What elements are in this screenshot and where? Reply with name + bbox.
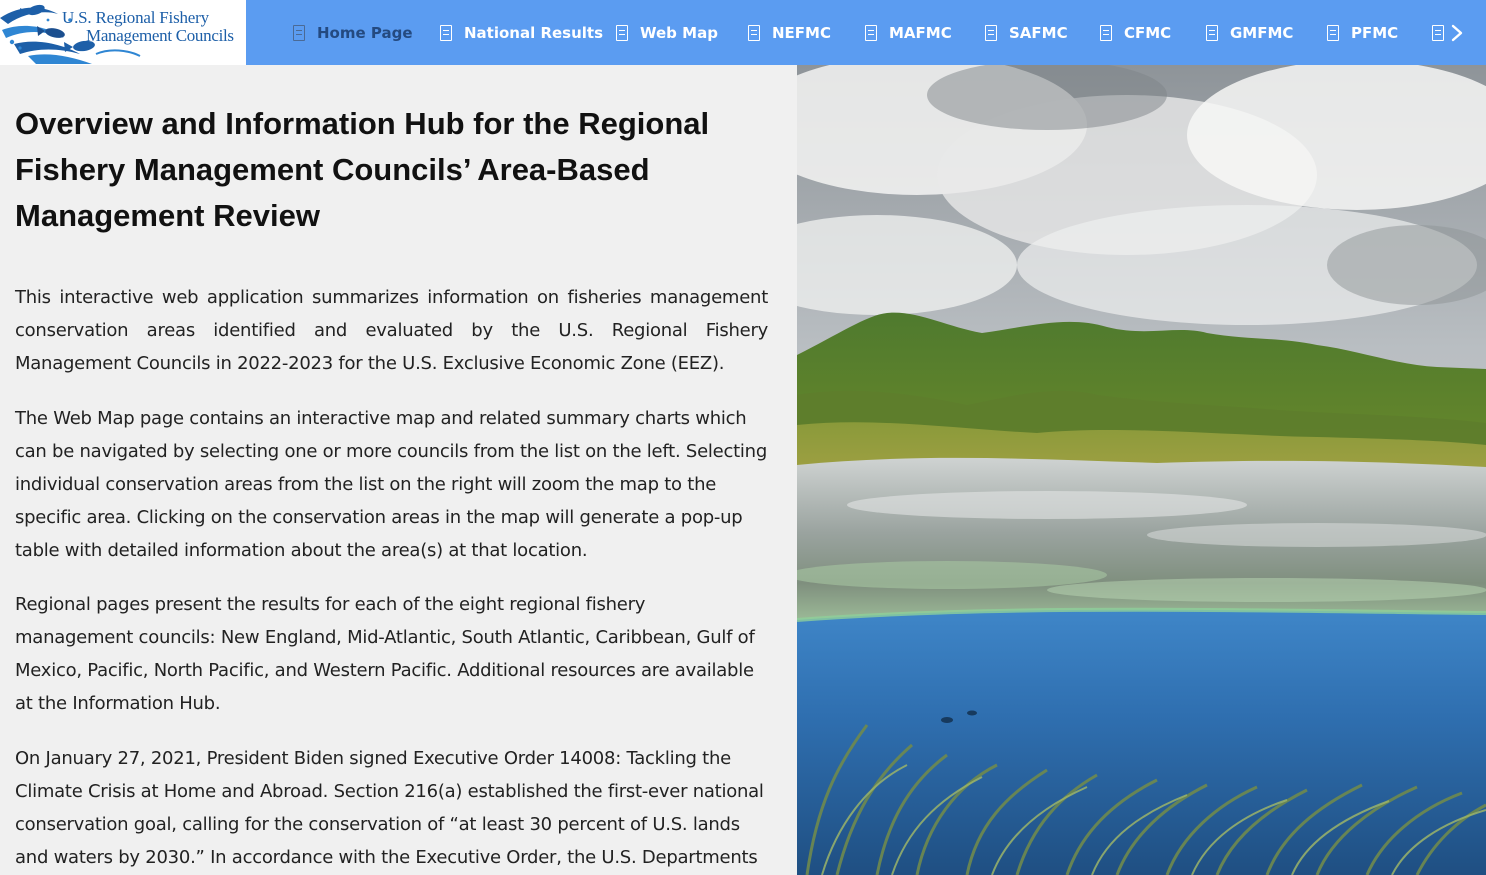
page-title: Overview and Information Hub for the Reg… bbox=[15, 106, 710, 233]
tab-label: Web Map bbox=[640, 23, 718, 42]
web-map-paragraph: The Web Map page contains an interactive… bbox=[15, 408, 768, 561]
tab-home-page[interactable]: Home Page bbox=[293, 0, 413, 65]
executive-order-paragraph: On January 27, 2021, President Biden sig… bbox=[15, 748, 764, 868]
tab-safmc[interactable]: SAFMC bbox=[985, 0, 1068, 65]
tab-label: CFMC bbox=[1124, 23, 1172, 42]
page-icon bbox=[865, 24, 877, 41]
tab-label: GMFMC bbox=[1230, 23, 1294, 42]
tab-label: NEFMC bbox=[772, 23, 831, 42]
logo-text-line1: U.S. Regional Fishery bbox=[62, 8, 209, 27]
page-icon bbox=[1100, 24, 1112, 41]
page-icon bbox=[616, 24, 628, 41]
tab-label: MAFMC bbox=[889, 23, 952, 42]
tab-mafmc[interactable]: MAFMC bbox=[865, 0, 952, 65]
tab-label: National Results bbox=[464, 23, 604, 42]
intro-paragraph: This interactive web application summari… bbox=[15, 287, 768, 374]
tab-cfmc[interactable]: CFMC bbox=[1100, 0, 1171, 65]
page-icon bbox=[1206, 24, 1218, 41]
hero-split-view-image bbox=[797, 65, 1486, 875]
tab-overflow-partial[interactable] bbox=[1432, 0, 1444, 65]
chevron-right-icon[interactable] bbox=[1449, 22, 1465, 44]
page-icon bbox=[748, 24, 760, 41]
page-icon bbox=[1432, 24, 1444, 41]
top-navigation-bar: U.S. Regional Fishery Management Council… bbox=[0, 0, 1486, 65]
tab-nefmc[interactable]: NEFMC bbox=[748, 0, 831, 65]
tab-label: SAFMC bbox=[1009, 23, 1068, 42]
page-icon bbox=[1327, 24, 1339, 41]
page-icon bbox=[440, 24, 452, 41]
tab-web-map[interactable]: Web Map bbox=[616, 0, 718, 65]
page-icon bbox=[985, 24, 997, 41]
regional-pages-paragraph: Regional pages present the results for e… bbox=[15, 594, 755, 714]
tab-pfmc[interactable]: PFMC bbox=[1327, 0, 1398, 65]
tab-label: PFMC bbox=[1351, 23, 1399, 42]
tab-label: Home Page bbox=[317, 23, 413, 42]
tab-national-results[interactable]: National Results bbox=[440, 0, 603, 65]
overview-text-panel: Overview and Information Hub for the Reg… bbox=[0, 65, 797, 875]
island-seagrass-illustration bbox=[797, 65, 1486, 875]
tab-gmfmc[interactable]: GMFMC bbox=[1206, 0, 1293, 65]
page-icon bbox=[293, 24, 305, 41]
councils-logo[interactable]: U.S. Regional Fishery Management Council… bbox=[0, 0, 246, 65]
logo-text-line2: Management Councils bbox=[86, 26, 234, 45]
